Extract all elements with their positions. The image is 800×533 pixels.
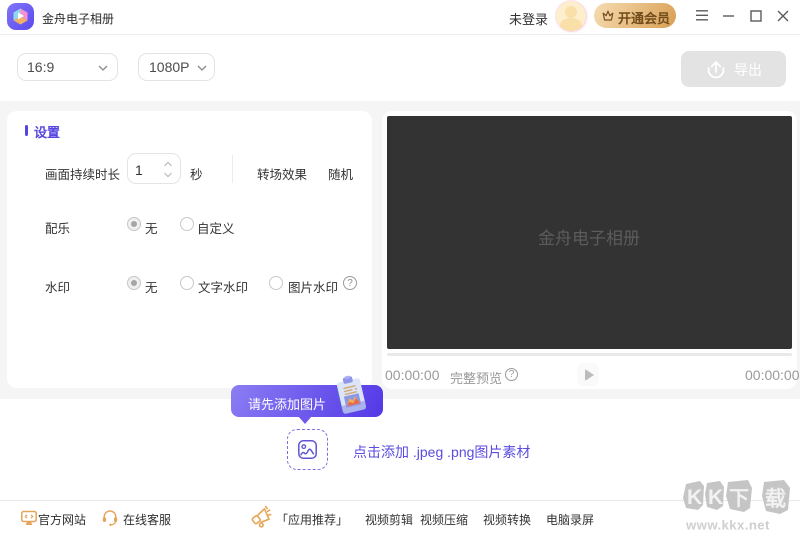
svg-text:www.kkx.net: www.kkx.net (685, 518, 770, 533)
svg-text:下: 下 (729, 488, 749, 510)
svg-text:载: 载 (765, 487, 786, 511)
svg-text:K: K (687, 486, 702, 509)
svg-text:K: K (708, 486, 723, 509)
